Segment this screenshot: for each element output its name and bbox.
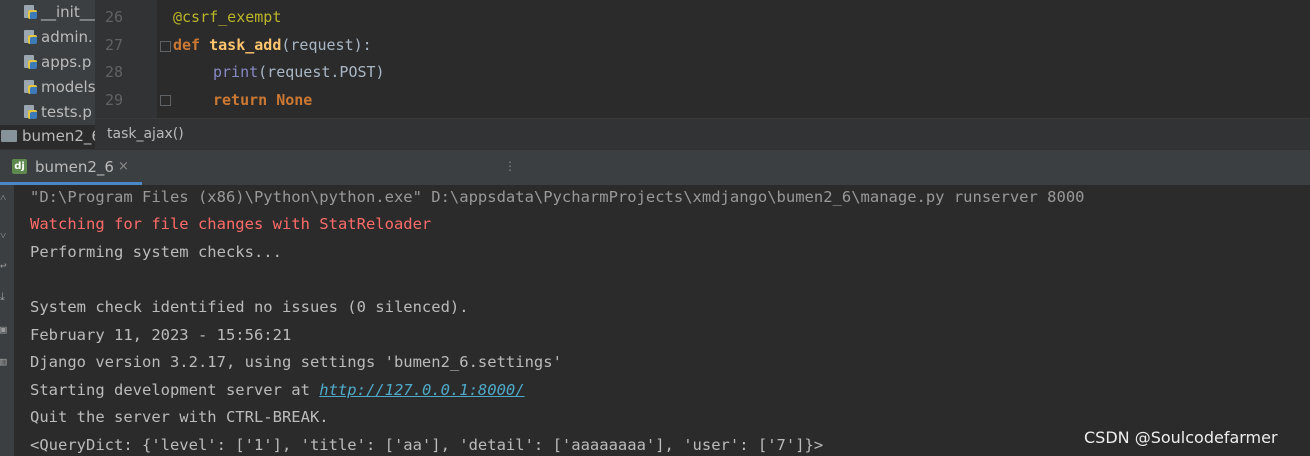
scroll-to-end-icon[interactable]: ⤓ xyxy=(0,291,12,302)
close-icon[interactable]: × xyxy=(118,159,129,174)
run-toolbar: ˄ ˅ ↩ ⤓ ▣ ▥ xyxy=(0,185,14,456)
python-file-icon xyxy=(22,79,38,95)
console-line-checks: Performing system checks... xyxy=(30,243,282,261)
console-line-command: "D:\Program Files (x86)\Python\python.ex… xyxy=(30,188,1085,206)
console-line-version: Django version 3.2.17, using settings 'b… xyxy=(30,353,562,371)
line-number: 27 xyxy=(104,36,123,54)
console-line-no-issues: System check identified no issues (0 sil… xyxy=(30,298,469,316)
code-line-return[interactable]: return None xyxy=(213,91,312,109)
breadcrumb[interactable]: task_ajax() xyxy=(95,118,1310,150)
django-icon: dj xyxy=(12,159,27,174)
tree-file-models[interactable]: models xyxy=(22,76,95,98)
tab-bumen2_6[interactable]: bumen2_6 xyxy=(35,158,114,176)
python-file-icon xyxy=(22,29,38,45)
folder-icon xyxy=(1,130,17,142)
line-number: 29 xyxy=(104,91,123,109)
code-line-print[interactable]: print(request.POST) xyxy=(213,63,385,81)
console-line-date: February 11, 2023 - 15:56:21 xyxy=(30,326,292,344)
server-url-link[interactable]: http://127.0.0.1:8000/ xyxy=(319,381,524,399)
console-line-quit: Quit the server with CTRL-BREAK. xyxy=(30,408,329,426)
fold-marker-icon[interactable] xyxy=(160,41,171,52)
up-arrow-icon[interactable]: ˄ xyxy=(0,192,12,203)
more-options-icon[interactable]: ⋮ xyxy=(504,159,516,173)
console-line-server: Starting development server at http://12… xyxy=(30,381,525,399)
down-arrow-icon[interactable]: ˅ xyxy=(0,230,12,241)
tree-folder-bumen2_6[interactable]: bumen2_6 xyxy=(0,125,101,147)
watermark: CSDN @Soulcodefarmer xyxy=(1084,428,1278,447)
run-tab-bar: dj bumen2_6 × ⋮ xyxy=(0,149,1310,185)
code-line-def[interactable]: def task_add(request): xyxy=(173,36,372,54)
tree-file-init[interactable]: __init__ xyxy=(22,1,95,23)
python-file-icon xyxy=(22,4,38,20)
console-line-reloader: Watching for file changes with StatReloa… xyxy=(30,215,432,233)
print-icon[interactable]: ▣ xyxy=(0,324,12,335)
tree-file-tests[interactable]: tests.p xyxy=(22,101,92,123)
tree-file-admin[interactable]: admin. xyxy=(22,26,93,48)
line-number: 28 xyxy=(104,63,123,81)
soft-wrap-icon[interactable]: ↩ xyxy=(0,260,12,271)
python-file-icon xyxy=(22,104,38,120)
trash-icon[interactable]: ▥ xyxy=(0,356,12,367)
code-line-decorator[interactable]: @csrf_exempt xyxy=(173,8,281,26)
project-tree: __init__ admin. apps.p models tests.p xyxy=(0,0,95,125)
console-line-querydict: <QueryDict: {'level': ['1'], 'title': ['… xyxy=(30,436,824,454)
line-number: 26 xyxy=(104,8,123,26)
fold-marker-icon[interactable] xyxy=(160,95,171,106)
python-file-icon xyxy=(22,54,38,70)
tree-file-apps[interactable]: apps.p xyxy=(22,51,91,73)
